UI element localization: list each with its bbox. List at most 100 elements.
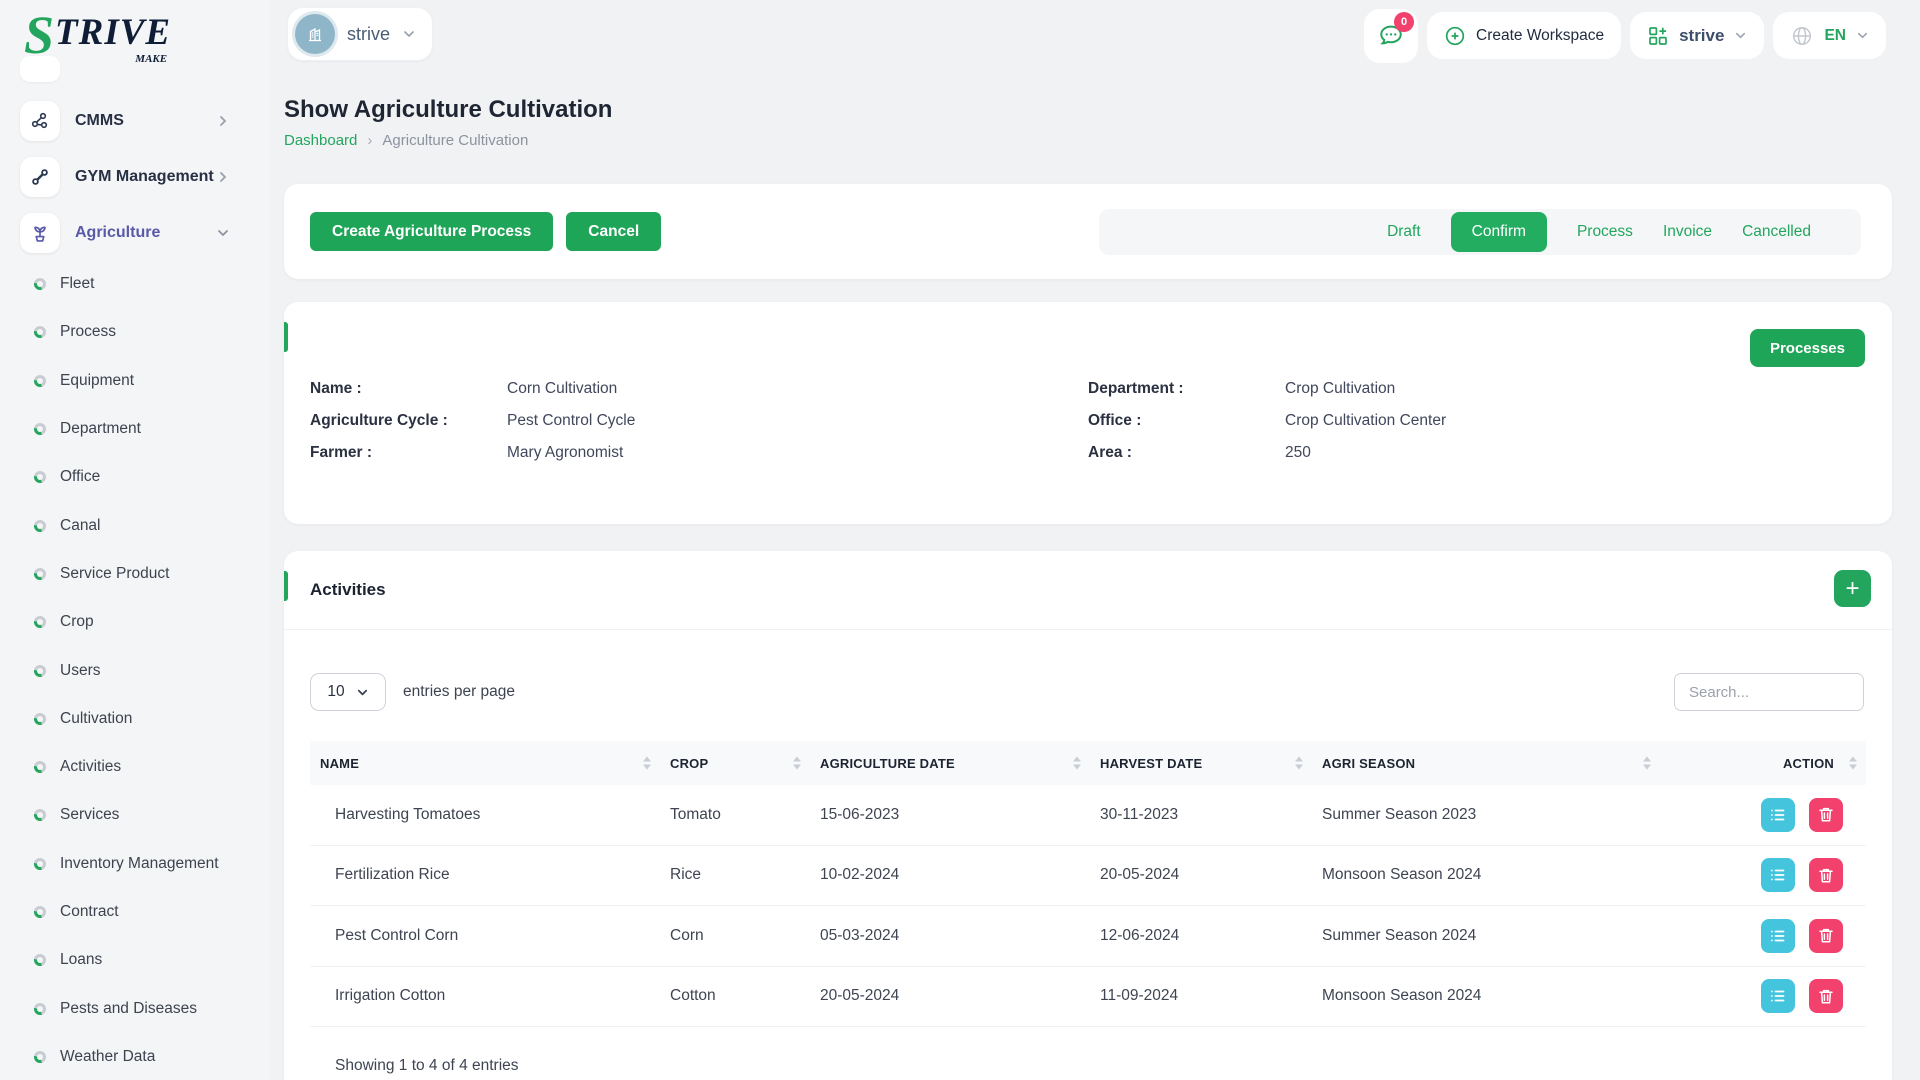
sidebar-subitem-label: Services	[60, 806, 119, 824]
view-activity-button[interactable]	[1761, 858, 1795, 892]
create-agriculture-process-button[interactable]: Create Agriculture Process	[310, 212, 553, 251]
bullet-ring-icon	[34, 520, 46, 532]
sidebar-item-label: CMMS	[75, 112, 124, 130]
cell-actions	[1660, 906, 1866, 967]
view-activity-button[interactable]	[1761, 798, 1795, 832]
column-header[interactable]: AGRICULTURE DATE	[810, 741, 1090, 785]
sidebar-item-cmms[interactable]: CMMS	[0, 99, 270, 143]
detail-label: Farmer :	[310, 444, 507, 462]
column-header[interactable]: CROP	[660, 741, 810, 785]
sidebar-subitem[interactable]: Office	[0, 453, 270, 501]
list-icon	[1769, 866, 1787, 884]
delete-activity-button[interactable]	[1809, 979, 1843, 1013]
bullet-ring-icon	[34, 1051, 46, 1063]
delete-activity-button[interactable]	[1809, 798, 1843, 832]
sprout-icon	[20, 213, 60, 253]
card-accent-bar	[284, 322, 288, 352]
sidebar-subitem[interactable]: Contract	[0, 888, 270, 936]
table-header-row: NAME CROP AGRICULTURE DATE	[310, 741, 1866, 785]
cancel-button[interactable]: Cancel	[566, 212, 661, 251]
table-footer-summary: Showing 1 to 4 of 4 entries	[335, 1057, 519, 1075]
bullet-ring-icon	[34, 954, 46, 966]
sidebar-subitem[interactable]: Cultivation	[0, 695, 270, 743]
cell-harvest-date: 12-06-2024	[1090, 906, 1312, 967]
sidebar-subitem[interactable]: Services	[0, 791, 270, 839]
sidebar-subitem[interactable]: Activities	[0, 743, 270, 791]
breadcrumb-dashboard-link[interactable]: Dashboard	[284, 132, 357, 149]
detail-value: Crop Cultivation	[1285, 380, 1395, 398]
sort-icon[interactable]	[793, 757, 801, 770]
delete-activity-button[interactable]	[1809, 858, 1843, 892]
sort-icon[interactable]	[1073, 757, 1081, 770]
sidebar-subitem[interactable]: Crop	[0, 598, 270, 646]
page-size-select[interactable]: 10	[310, 673, 386, 711]
sidebar-subitem[interactable]: Pests and Diseases	[0, 984, 270, 1032]
page-size-value: 10	[327, 683, 344, 701]
cell-agri-season: Monsoon Season 2024	[1312, 966, 1660, 1027]
cell-crop: Corn	[660, 906, 810, 967]
activities-card: Activities + 10 entries per page	[284, 551, 1892, 1080]
bullet-ring-icon	[34, 761, 46, 773]
cell-harvest-date: 30-11-2023	[1090, 785, 1312, 845]
search-input[interactable]	[1674, 673, 1864, 711]
sidebar-subitem[interactable]: Service Product	[0, 550, 270, 598]
column-header-label: CROP	[670, 756, 708, 771]
sidebar-subitem-label: Canal	[60, 517, 101, 535]
bullet-ring-icon	[34, 616, 46, 628]
cell-name: Pest Control Corn	[310, 906, 660, 967]
sidebar-subitem[interactable]: Fleet	[0, 260, 270, 308]
sort-icon[interactable]	[1295, 757, 1303, 770]
cell-agriculture-date: 05-03-2024	[810, 906, 1090, 967]
detail-label: Department :	[1088, 380, 1285, 398]
bullet-ring-icon	[34, 375, 46, 387]
sidebar-subitem-label: Crop	[60, 613, 94, 631]
column-header[interactable]: NAME	[310, 741, 660, 785]
app-screen: S TRIVE MAKE CMMS G	[0, 0, 1920, 1080]
sidebar-item-gym-management[interactable]: GYM Management	[0, 155, 270, 199]
cell-crop: Rice	[660, 845, 810, 906]
sort-icon[interactable]	[1849, 757, 1857, 770]
status-tab[interactable]: Invoice	[1663, 223, 1712, 241]
breadcrumb-separator-icon: ›	[367, 132, 372, 149]
processes-button[interactable]: Processes	[1750, 329, 1865, 367]
bullet-ring-icon	[34, 665, 46, 677]
cell-actions	[1660, 966, 1866, 1027]
cell-agriculture-date: 20-05-2024	[810, 966, 1090, 1027]
column-header[interactable]: AGRI SEASON	[1312, 741, 1660, 785]
view-activity-button[interactable]	[1761, 979, 1795, 1013]
sidebar-subitem[interactable]: Equipment	[0, 357, 270, 405]
status-tab[interactable]: Draft	[1387, 223, 1421, 241]
status-tab[interactable]: Confirm	[1451, 212, 1547, 252]
sidebar-subitem[interactable]: Canal	[0, 501, 270, 549]
sidebar-subitem-label: Service Product	[60, 565, 169, 583]
trash-icon	[1818, 988, 1834, 1005]
sidebar-subitem[interactable]: Weather Data	[0, 1033, 270, 1080]
brand-initial: S	[24, 10, 54, 61]
sort-icon[interactable]	[1643, 757, 1651, 770]
add-activity-button[interactable]: +	[1834, 570, 1871, 607]
sidebar-subitem[interactable]: Department	[0, 405, 270, 453]
delete-activity-button[interactable]	[1809, 919, 1843, 953]
sidebar-subitem[interactable]: Inventory Management	[0, 840, 270, 888]
chevron-down-icon	[356, 686, 369, 699]
sidebar-subitem[interactable]: Users	[0, 646, 270, 694]
detail-field: Department : Crop Cultivation	[1088, 380, 1866, 398]
status-tab[interactable]: Process	[1577, 223, 1633, 241]
column-header[interactable]: ACTION	[1660, 741, 1866, 785]
sidebar-subitem[interactable]: Process	[0, 308, 270, 356]
view-activity-button[interactable]	[1761, 919, 1795, 953]
cell-actions	[1660, 785, 1866, 845]
column-header[interactable]: HARVEST DATE	[1090, 741, 1312, 785]
cell-agri-season: Monsoon Season 2024	[1312, 845, 1660, 906]
sidebar-subitem-label: Inventory Management	[60, 855, 219, 873]
bullet-ring-icon	[34, 326, 46, 338]
sidebar-subitem-label: Users	[60, 662, 100, 680]
sidebar-item-agriculture[interactable]: Agriculture	[0, 211, 270, 255]
sidebar-subitem[interactable]: Loans	[0, 936, 270, 984]
cell-crop: Cotton	[660, 966, 810, 1027]
sort-icon[interactable]	[643, 757, 651, 770]
table-controls: 10 entries per page	[310, 673, 1864, 711]
status-tab[interactable]: Cancelled	[1742, 223, 1811, 241]
detail-field: Farmer : Mary Agronomist	[310, 444, 1088, 462]
sidebar-subitem-label: Office	[60, 468, 100, 486]
